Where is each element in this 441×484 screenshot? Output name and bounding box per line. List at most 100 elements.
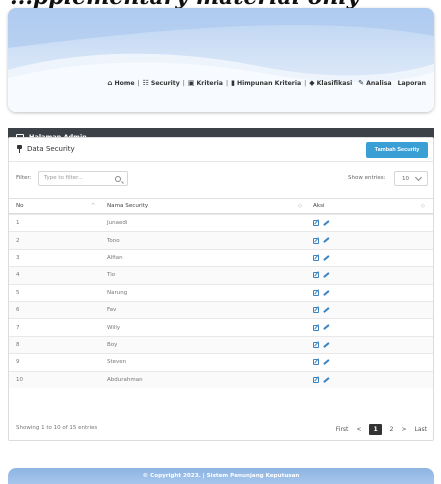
pencil-icon[interactable]	[323, 341, 330, 349]
filter-input[interactable]	[44, 175, 104, 181]
add-security-button[interactable]: Tambah Security	[366, 142, 428, 158]
row-no: 9	[16, 359, 20, 366]
row-actions	[313, 324, 330, 331]
column-header-aksi[interactable]: Aksi	[313, 203, 325, 209]
pin-icon	[17, 145, 22, 153]
row-name: Tono	[107, 237, 120, 244]
main-nav: ⌂ Home | ☷ Security | ▣ Kriteria | ▮ Himpuna…	[107, 79, 426, 87]
column-header-name[interactable]: Nama Security	[107, 203, 148, 209]
show-entries-value: 10	[402, 176, 409, 182]
table-header-row: No ^ Nama Security ◇ Aksi ◇	[9, 198, 433, 214]
site-header: ⌂ Home | ☷ Security | ▣ Kriteria | ▮ Himpuna…	[8, 8, 434, 112]
page-2[interactable]: 2	[390, 426, 394, 433]
row-no: 8	[16, 341, 20, 348]
pencil-icon[interactable]	[323, 359, 330, 366]
row-actions	[313, 359, 330, 366]
edit-icon[interactable]	[313, 220, 319, 227]
row-name: Steven	[107, 359, 127, 366]
pencil-icon[interactable]	[323, 289, 330, 296]
row-no: 4	[16, 272, 20, 279]
page-prev[interactable]: <	[356, 426, 361, 433]
row-name: Junaedi	[107, 220, 128, 227]
search-icon[interactable]	[115, 176, 121, 182]
users-icon: ☷	[142, 79, 149, 87]
table-row: 10 Abdurahman	[9, 370, 433, 388]
table-row: 6 Fav	[9, 300, 433, 319]
table-row: 4 Tio	[9, 266, 433, 284]
edit-icon[interactable]	[313, 289, 319, 296]
show-entries-label: Show entries:	[348, 175, 386, 181]
row-no: 5	[16, 289, 20, 296]
security-table: No ^ Nama Security ◇ Aksi ◇ 1 Junaedi 2 To…	[9, 198, 433, 388]
edit-icon[interactable]	[313, 272, 319, 279]
table-row: 5 Narung	[9, 283, 433, 301]
row-name: Abdurahman	[107, 376, 143, 383]
row-actions	[313, 289, 330, 296]
row-name: Willy	[107, 324, 121, 331]
pencil-icon[interactable]	[323, 306, 330, 314]
table-row: 7 Willy	[9, 318, 433, 335]
table-row: 8 Boy	[9, 335, 433, 354]
row-name: Alfian	[107, 254, 123, 261]
row-no: 2	[16, 237, 20, 244]
row-no: 1	[16, 220, 20, 227]
nav-kriteria[interactable]: ▣ Kriteria	[188, 79, 223, 87]
pencil-icon[interactable]	[323, 376, 330, 383]
top-banner-text-strip: ...pplementary material only	[0, 0, 441, 8]
row-no: 10	[16, 376, 23, 383]
page-last[interactable]: Last	[415, 426, 428, 433]
copyright-footer: © Copyright 2023. | Sistem Penunjang Kep…	[8, 468, 434, 484]
edit-icon[interactable]	[313, 376, 319, 383]
nav-himpunan-kriteria[interactable]: ▮ Himpunan Kriteria	[231, 79, 301, 87]
table-footer: Showing 1 to 10 of 15 entries First < 1 …	[9, 422, 433, 436]
pencil-icon[interactable]	[323, 324, 330, 331]
column-header-no[interactable]: No	[16, 203, 24, 209]
edit-icon[interactable]	[313, 307, 319, 314]
table-row: 1 Junaedi	[9, 214, 433, 231]
filter-row: Filter: Show entries: 10	[9, 169, 433, 189]
bookmark-icon: ▮	[231, 79, 235, 87]
edit-icon[interactable]	[313, 324, 319, 331]
sort-icon[interactable]: ^	[91, 203, 95, 209]
page-first[interactable]: First	[336, 426, 349, 433]
row-actions	[313, 237, 330, 244]
sort-icon[interactable]: ◇	[421, 203, 425, 209]
page-next[interactable]: >	[401, 426, 406, 433]
pencil-icon[interactable]	[323, 254, 330, 262]
edit-icon[interactable]	[313, 341, 319, 348]
nav-laporan[interactable]: Laporan	[398, 80, 426, 87]
row-actions	[313, 376, 330, 383]
filter-label: Filter:	[16, 175, 32, 181]
edit-icon[interactable]	[313, 254, 319, 261]
table-row: 9 Steven	[9, 353, 433, 370]
filter-box	[38, 171, 128, 186]
home-icon: ⌂	[107, 79, 113, 87]
edit-icon[interactable]	[313, 359, 319, 366]
show-entries-select[interactable]: 10	[394, 171, 428, 186]
pencil-icon: ✎	[358, 79, 365, 87]
pencil-icon[interactable]	[323, 272, 330, 279]
pencil-icon[interactable]	[323, 220, 330, 227]
row-actions	[313, 306, 330, 314]
row-name: Boy	[107, 341, 118, 348]
edit-icon[interactable]	[313, 237, 319, 244]
nav-klasifikasi[interactable]: ◆ Klasifikasi	[309, 79, 352, 87]
page-current[interactable]: 1	[369, 423, 382, 435]
data-security-panel: Data Security Tambah Security Filter: Sh…	[8, 137, 434, 441]
nav-home[interactable]: ⌂ Home	[107, 79, 134, 87]
row-actions	[313, 254, 330, 262]
tag-icon: ◆	[309, 79, 315, 87]
row-no: 6	[16, 307, 20, 314]
table-row: 2 Tono	[9, 231, 433, 249]
row-name: Fav	[107, 307, 117, 314]
table-row: 3 Alfian	[9, 248, 433, 266]
nav-analisa[interactable]: ✎ Analisa	[358, 79, 391, 87]
row-no: 3	[16, 254, 20, 261]
pagination: First < 1 2 > Last	[336, 422, 427, 436]
row-name: Tio	[107, 272, 116, 279]
chevron-down-icon	[414, 173, 423, 182]
row-actions	[313, 272, 330, 279]
nav-security[interactable]: ☷ Security	[143, 79, 180, 87]
sort-icon[interactable]: ◇	[298, 203, 302, 209]
pencil-icon[interactable]	[323, 237, 330, 244]
